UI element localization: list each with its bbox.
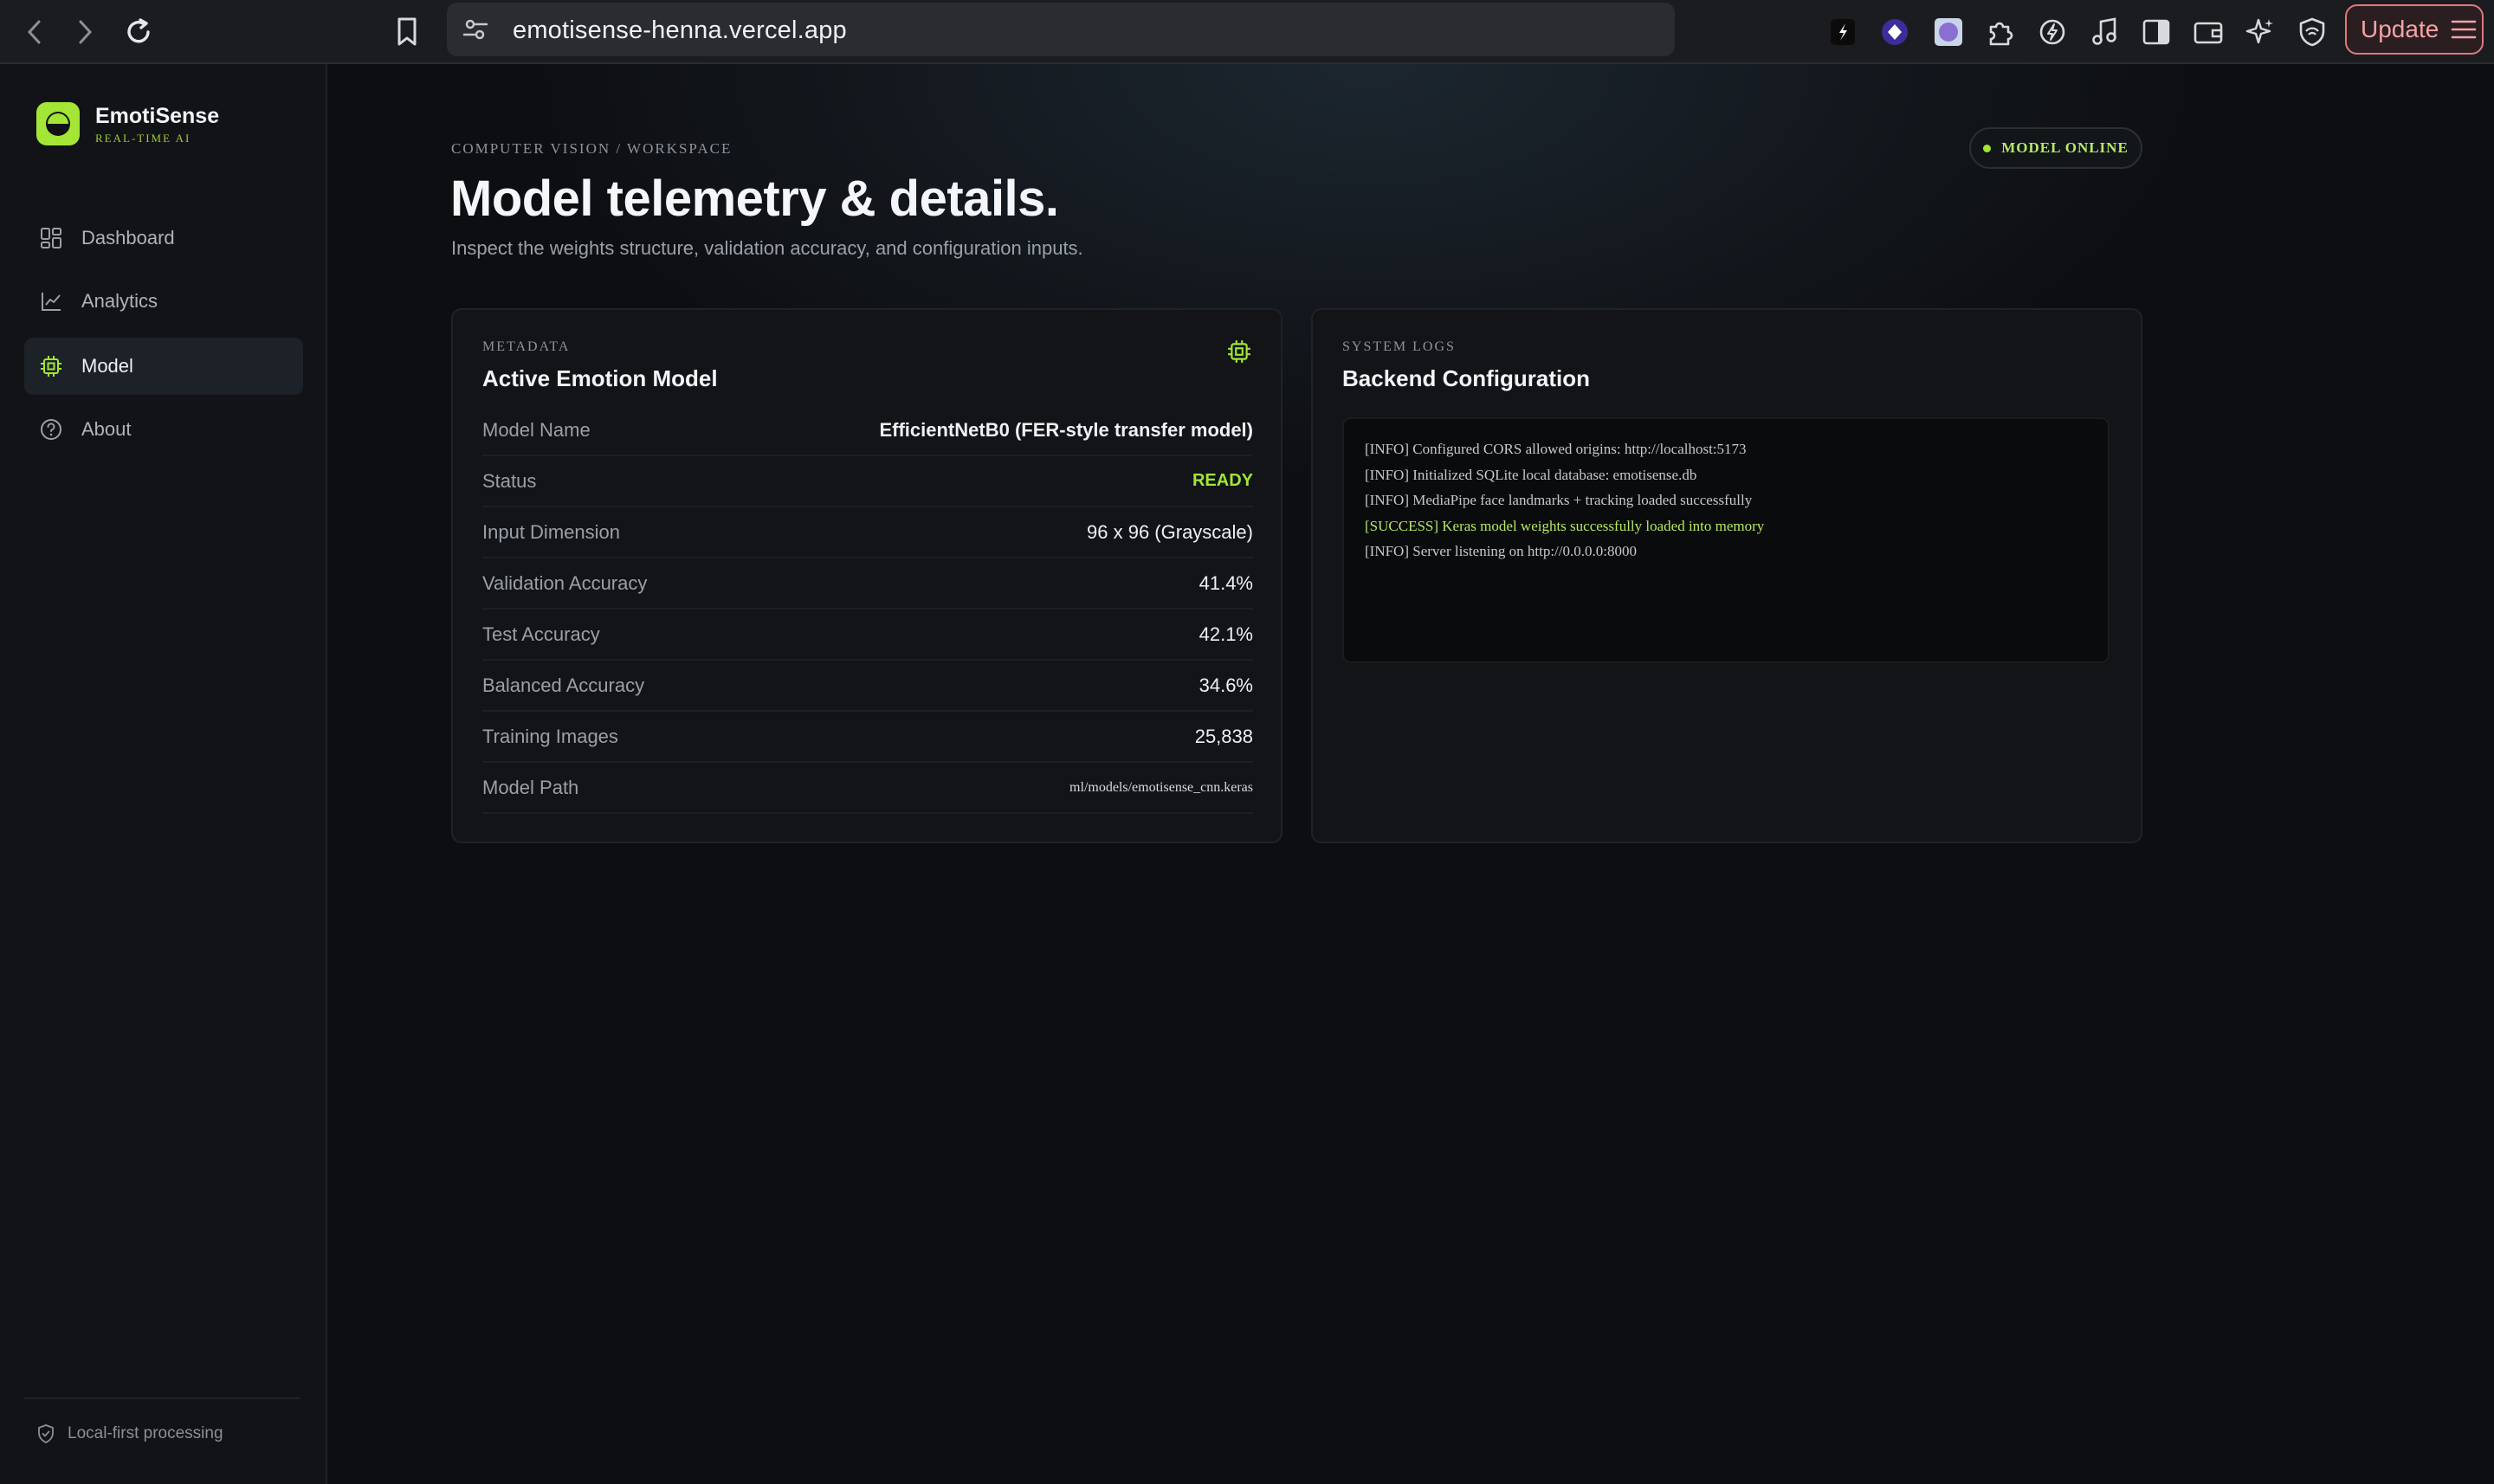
row-key: Input Dimension: [482, 520, 620, 543]
sidebar-item-label: Model: [81, 355, 133, 377]
table-row: Test Accuracy 42.1%: [482, 610, 1253, 661]
sidebar-item-analytics[interactable]: Analytics: [24, 273, 303, 330]
reload-button[interactable]: [118, 11, 159, 53]
extension-avatar-icon[interactable]: [1929, 13, 1967, 51]
performance-icon[interactable]: [2033, 13, 2071, 51]
log-line: [INFO] Server listening on http://0.0.0.…: [1365, 543, 1638, 559]
table-row: Balanced Accuracy 34.6%: [482, 661, 1253, 712]
row-value: 41.4%: [1199, 571, 1253, 594]
metadata-table: Model Name EfficientNetB0 (FER-style tra…: [482, 405, 1253, 814]
back-button[interactable]: [14, 11, 55, 53]
menu-icon: [2451, 20, 2477, 39]
table-row: Status READY: [482, 456, 1253, 507]
row-key: Test Accuracy: [482, 623, 600, 645]
site-settings-icon[interactable]: [462, 17, 488, 42]
row-key: Model Path: [482, 776, 579, 798]
log-line: [INFO] Configured CORS allowed origins: …: [1365, 441, 1747, 457]
status-dot-icon: [1983, 144, 1992, 152]
card-title: Backend Configuration: [1342, 365, 1591, 391]
shield-check-icon: [38, 1424, 54, 1443]
row-value: ml/models/emotisense_cnn.keras: [1069, 779, 1253, 795]
row-key: Validation Accuracy: [482, 571, 648, 594]
log-line: [INFO] Initialized SQLite local database…: [1365, 466, 1697, 483]
url-text[interactable]: emotisense-henna.vercel.app: [513, 16, 847, 45]
card-eyebrow: SYSTEM LOGS: [1342, 339, 1456, 354]
footer-label: Local-first processing: [68, 1424, 223, 1442]
media-music-icon[interactable]: [2085, 13, 2123, 51]
row-key: Status: [482, 469, 537, 492]
vpn-shield-icon[interactable]: [2293, 13, 2331, 51]
sidebar-item-about[interactable]: About: [24, 401, 303, 458]
extensions-puzzle-icon[interactable]: [1981, 13, 2019, 51]
page-title: Model telemetry & details.: [450, 171, 1059, 227]
extension-bolt-icon[interactable]: [1824, 13, 1862, 51]
chevron-right-icon: [79, 20, 93, 44]
status-badge: MODEL ONLINE: [1969, 127, 2142, 169]
brand-logo-icon[interactable]: [36, 102, 80, 145]
brand-name: EmotiSense: [95, 104, 220, 128]
row-key: Training Images: [482, 725, 618, 747]
table-row: Input Dimension 96 x 96 (Grayscale): [482, 507, 1253, 558]
analytics-icon: [42, 293, 61, 311]
brand-tagline: REAL-TIME AI: [95, 132, 191, 145]
chip-icon: [1227, 339, 1251, 368]
table-row: Training Images 25,838: [482, 712, 1253, 763]
row-value: READY: [1192, 471, 1253, 490]
sidebar-item-label: Dashboard: [81, 227, 175, 248]
row-value: 42.1%: [1199, 623, 1253, 645]
row-key: Model Name: [482, 418, 591, 441]
card-title: Active Emotion Model: [482, 365, 718, 391]
logs-card: SYSTEM LOGS Backend Configuration [INFO]…: [1311, 308, 2142, 843]
ai-sparkle-icon[interactable]: [2241, 13, 2279, 51]
sidebar-item-label: About: [81, 418, 132, 440]
chip-icon: [41, 356, 61, 377]
row-value: EfficientNetB0 (FER-style transfer model…: [879, 418, 1253, 441]
chevron-left-icon: [27, 20, 41, 44]
breadcrumb: COMPUTER VISION / WORKSPACE: [451, 140, 733, 157]
dashboard-icon: [41, 228, 61, 248]
table-row: Validation Accuracy 41.4%: [482, 558, 1253, 610]
row-value: 34.6%: [1199, 674, 1253, 696]
wallet-icon[interactable]: [2189, 13, 2227, 51]
sidebar-item-dashboard[interactable]: Dashboard: [24, 210, 303, 267]
page-subtitle: Inspect the weights structure, validatio…: [451, 237, 1083, 259]
sidebar-toggle-icon[interactable]: [2137, 13, 2175, 51]
log-line-success: [SUCCESS] Keras model weights successful…: [1365, 517, 1765, 534]
row-key: Balanced Accuracy: [482, 674, 645, 696]
table-row: Model Name EfficientNetB0 (FER-style tra…: [482, 405, 1253, 456]
help-icon: [41, 419, 61, 440]
status-text: MODEL ONLINE: [2001, 139, 2129, 156]
bookmark-icon: [397, 17, 417, 46]
card-eyebrow: METADATA: [482, 339, 571, 354]
update-label: Update: [2361, 16, 2439, 42]
extension-diamond-icon[interactable]: [1876, 13, 1914, 51]
log-console[interactable]: [INFO] Configured CORS allowed origins: …: [1342, 417, 2110, 663]
sidebar-item-model[interactable]: Model: [24, 338, 303, 395]
sidebar: EmotiSense REAL-TIME AI Dashboard Analyt…: [0, 64, 327, 1484]
row-value: 96 x 96 (Grayscale): [1087, 520, 1253, 543]
table-row: Model Path ml/models/emotisense_cnn.kera…: [482, 763, 1253, 814]
update-button[interactable]: Update: [2345, 4, 2484, 55]
browser-toolbar: emotisense-henna.vercel.app Update: [0, 0, 2494, 64]
sidebar-item-label: Analytics: [81, 290, 158, 312]
forward-button[interactable]: [64, 11, 106, 53]
row-value: 25,838: [1194, 725, 1253, 747]
address-bar[interactable]: emotisense-henna.vercel.app: [447, 3, 1675, 56]
sidebar-footer: Local-first processing: [36, 1423, 223, 1444]
metadata-card: METADATA Active Emotion Model Model Name…: [451, 308, 1283, 843]
reload-icon: [127, 18, 150, 43]
sidebar-divider: [24, 1397, 300, 1399]
bookmark-button[interactable]: [386, 11, 428, 53]
log-line: [INFO] MediaPipe face landmarks + tracki…: [1365, 492, 1753, 508]
